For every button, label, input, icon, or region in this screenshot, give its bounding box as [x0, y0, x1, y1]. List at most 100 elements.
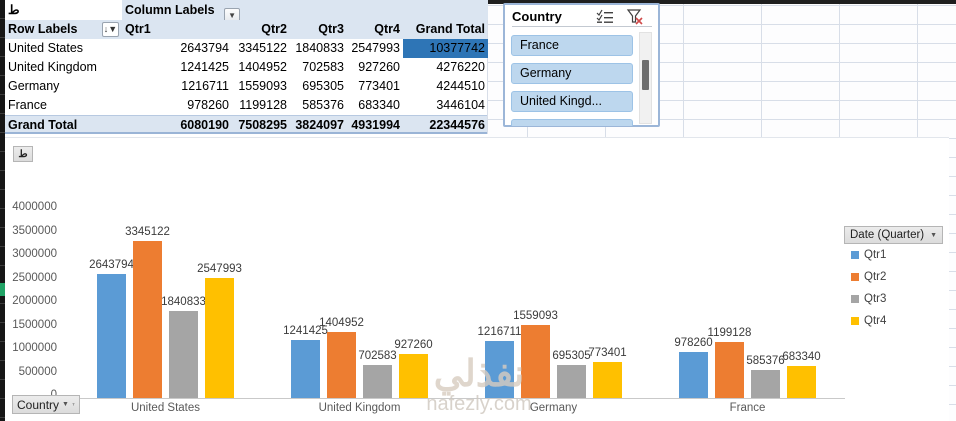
bar-qtr2-0 [133, 241, 162, 398]
excel-worksheet: ط Column Labels ▼ Row Labels ↓▼ Qtr1Qtr2… [0, 0, 956, 421]
filter-funnel-icon [72, 399, 75, 410]
data-label: 927260 [372, 338, 456, 352]
value-cell[interactable]: 4244510 [403, 77, 488, 96]
value-cell[interactable]: 1840833 [290, 39, 347, 58]
data-label: 1199128 [688, 326, 772, 340]
value-cell[interactable]: 773401 [347, 77, 403, 96]
slicer-item-united-kingd-[interactable]: United Kingd... [511, 91, 633, 112]
value-cell[interactable]: 3345122 [232, 39, 290, 58]
value-cell[interactable]: 702583 [290, 58, 347, 77]
bar-qtr4-3 [787, 366, 816, 398]
multi-select-icon[interactable] [596, 9, 614, 25]
grand-total-cell[interactable]: 22344576 [403, 116, 488, 132]
row-labels-cell[interactable]: Row Labels ↓▼ [5, 20, 122, 39]
legend-swatch-icon [851, 317, 859, 325]
bar-qtr3-2 [557, 365, 586, 398]
column-labels-cell[interactable]: Column Labels ▼ [122, 0, 488, 20]
value-field-button[interactable]: ط [13, 146, 33, 162]
value-cell[interactable]: 1241425 [122, 58, 232, 77]
legend-field-button[interactable]: Date (Quarter) ▼ [844, 226, 943, 244]
x-category-label: France [651, 402, 845, 414]
column-header-qtr2[interactable]: Qtr2 [232, 20, 290, 39]
value-cell[interactable]: 2547993 [347, 39, 403, 58]
slicer-header: Country [512, 8, 652, 27]
table-row: Germany121671115590936953057734014244510 [5, 77, 487, 96]
value-cell[interactable]: 2643794 [122, 39, 232, 58]
quarter-header-row: Qtr1Qtr2Qtr3Qtr4Grand Total [122, 20, 488, 39]
grand-total-label[interactable]: Grand Total [5, 116, 122, 132]
bar-qtr1-1 [291, 340, 320, 398]
bar-qtr4-0 [205, 278, 234, 398]
bar-qtr2-1 [327, 332, 356, 398]
pivot-chart[interactable]: ط 40000003500000300000025000002000000150… [5, 137, 949, 421]
y-tick-label: 3000000 [5, 247, 57, 261]
x-category-label: United States [69, 402, 263, 414]
value-cell[interactable]: 1404952 [232, 58, 290, 77]
bar-qtr1-3 [679, 352, 708, 398]
bar-qtr1-0 [97, 274, 126, 398]
column-header-grand-total[interactable]: Grand Total [403, 20, 488, 39]
value-cell[interactable]: 3446104 [403, 96, 488, 115]
bar-qtr3-0 [169, 311, 198, 398]
axis-field-button[interactable]: Country ▼ [12, 395, 80, 414]
row-label[interactable]: United States [5, 39, 122, 58]
value-cell[interactable]: 1199128 [232, 96, 290, 115]
column-header-qtr4[interactable]: Qtr4 [347, 20, 403, 39]
bar-qtr4-2 [593, 362, 622, 398]
row-label[interactable]: United Kingdom [5, 58, 122, 77]
legend-label: Qtr1 [864, 249, 886, 261]
grand-total-cell[interactable]: 4931994 [347, 116, 403, 132]
x-category-label: United Kingdom [263, 402, 457, 414]
legend-item-qtr1: Qtr1 [851, 249, 886, 261]
pivot-table-body: United States264379433451221840833254799… [5, 39, 487, 115]
slicer-scrollbar-thumb[interactable] [642, 60, 649, 90]
column-header-qtr1[interactable]: Qtr1 [122, 20, 232, 39]
x-axis-line [61, 398, 845, 399]
data-label: 1404952 [300, 316, 384, 330]
chevron-down-icon: ▼ [62, 401, 69, 408]
value-cell[interactable]: 695305 [290, 77, 347, 96]
grand-total-cell[interactable]: 3824097 [290, 116, 347, 132]
value-cell[interactable]: 585376 [290, 96, 347, 115]
y-tick-label: 3500000 [5, 224, 57, 238]
legend-item-qtr4: Qtr4 [851, 315, 886, 327]
bar-qtr1-2 [485, 341, 514, 398]
pivot-corner-cell[interactable]: ط [5, 0, 122, 20]
bar-qtr4-1 [399, 354, 428, 398]
slicer-item-partial[interactable] [511, 119, 633, 126]
grand-total-cell[interactable]: 6080190 [122, 116, 232, 132]
data-label: 683340 [760, 350, 844, 364]
value-cell[interactable]: 927260 [347, 58, 403, 77]
slicer-item-germany[interactable]: Germany [511, 63, 633, 84]
worksheet-grid-right[interactable] [949, 137, 956, 421]
y-tick-label: 1000000 [5, 341, 57, 355]
row-label[interactable]: France [5, 96, 122, 115]
column-header-qtr3[interactable]: Qtr3 [290, 20, 347, 39]
table-row: United Kingdom12414251404952702583927260… [5, 58, 487, 77]
value-cell[interactable]: 10377742 [403, 39, 488, 58]
data-label: 773401 [566, 346, 650, 360]
value-cell[interactable]: 978260 [122, 96, 232, 115]
grand-total-cell[interactable]: 7508295 [232, 116, 290, 132]
value-cell[interactable]: 1559093 [232, 77, 290, 96]
column-labels-dropdown-icon[interactable]: ▼ [224, 8, 240, 20]
data-label: 1559093 [494, 309, 578, 323]
legend-label: Qtr2 [864, 271, 886, 283]
legend-swatch-icon [851, 295, 859, 303]
row-labels-sort-filter-icon[interactable]: ↓▼ [102, 22, 119, 37]
clear-filter-icon[interactable] [626, 9, 644, 25]
table-row: United States264379433451221840833254799… [5, 39, 487, 58]
country-slicer: Country France Germany United Kingd... [503, 3, 660, 127]
value-cell[interactable]: 683340 [347, 96, 403, 115]
value-cell[interactable]: 4276220 [403, 58, 488, 77]
row-label[interactable]: Germany [5, 77, 122, 96]
y-tick-label: 2500000 [5, 271, 57, 285]
y-tick-label: 500000 [5, 365, 57, 379]
pivot-table: ط Column Labels ▼ Row Labels ↓▼ Qtr1Qtr2… [5, 0, 488, 134]
legend-swatch-icon [851, 251, 859, 259]
value-cell[interactable]: 1216711 [122, 77, 232, 96]
slicer-scrollbar[interactable] [639, 32, 652, 124]
legend-label: Qtr3 [864, 293, 886, 305]
slicer-item-france[interactable]: France [511, 35, 633, 56]
chevron-down-icon: ▼ [930, 232, 937, 239]
